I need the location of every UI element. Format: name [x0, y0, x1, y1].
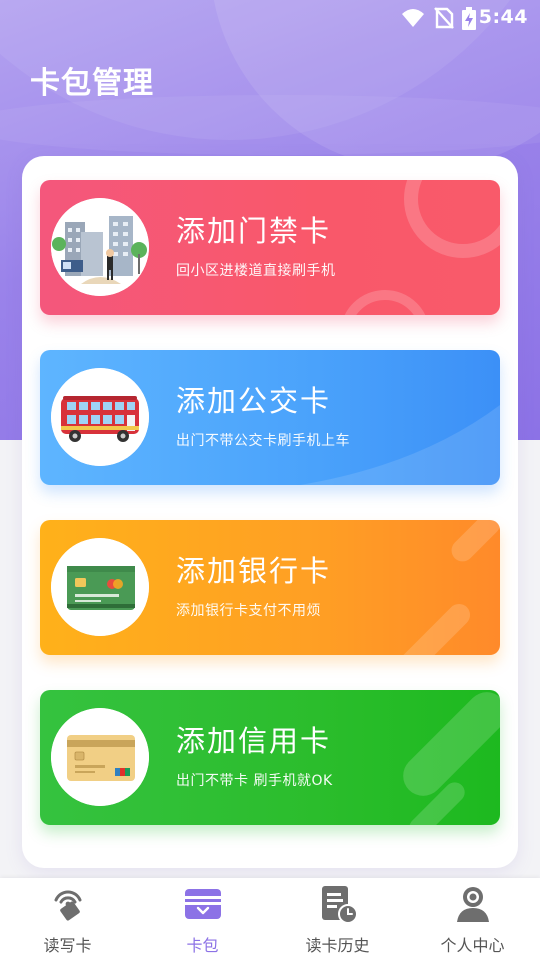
tab-label: 读写卡: [43, 936, 92, 955]
history-doc-icon: [321, 886, 358, 924]
tab-profile[interactable]: 个人中心: [405, 878, 540, 960]
card-title: 添加信用卡: [176, 724, 332, 758]
add-bank-card-button[interactable]: 添加银行卡 添加银行卡支付不用烦: [40, 520, 500, 655]
bottom-tab-bar: 读写卡 卡包 读卡历史 个人中心: [0, 878, 540, 960]
wallet-icon: [184, 889, 221, 919]
card-subtitle: 回小区进楼道直接刷手机: [176, 263, 336, 279]
tab-read-history[interactable]: 读卡历史: [270, 878, 405, 960]
add-access-card-button[interactable]: 添加门禁卡 回小区进楼道直接刷手机: [40, 180, 500, 315]
card-subtitle: 出门不带卡 刷手机就OK: [176, 773, 333, 789]
tab-label: 卡包: [186, 936, 219, 955]
bus-icon: [51, 368, 149, 466]
status-bar: 5:44: [0, 0, 540, 36]
status-time: 5:44: [478, 6, 528, 28]
credit-card-icon: [51, 708, 149, 806]
battery-charging-icon: [462, 7, 476, 30]
card-subtitle: 添加银行卡支付不用烦: [176, 603, 321, 619]
page-title: 卡包管理: [30, 66, 154, 101]
wifi-icon: [402, 9, 424, 27]
card-title: 添加门禁卡: [176, 214, 332, 248]
bank-card-icon: [51, 538, 149, 636]
building-access-icon: [51, 198, 149, 296]
card-title: 添加公交卡: [176, 384, 332, 418]
tab-read-write[interactable]: 读写卡: [0, 878, 135, 960]
no-sim-icon: [434, 7, 454, 29]
card-subtitle: 出门不带公交卡刷手机上车: [176, 433, 350, 449]
tab-label: 个人中心: [440, 936, 505, 955]
nfc-read-icon: [54, 890, 81, 921]
profile-icon: [456, 887, 489, 922]
tab-label: 读卡历史: [305, 936, 370, 955]
tab-wallet[interactable]: 卡包: [135, 878, 270, 960]
add-credit-card-button[interactable]: 添加信用卡 出门不带卡 刷手机就OK: [40, 690, 500, 825]
add-bus-card-button[interactable]: 添加公交卡 出门不带公交卡刷手机上车: [40, 350, 500, 485]
card-title: 添加银行卡: [176, 554, 332, 588]
